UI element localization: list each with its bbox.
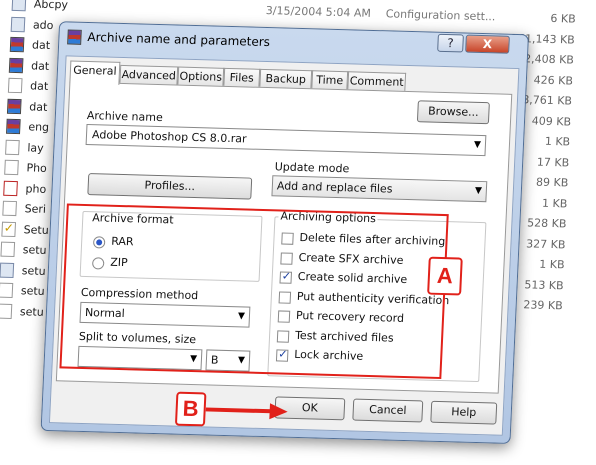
doc-icon <box>5 139 20 155</box>
rar-icon <box>9 36 25 53</box>
tab-time[interactable]: Time <box>311 70 349 91</box>
update-mode-value: Add and replace files <box>276 179 393 196</box>
file-size: 239 KB <box>523 298 563 313</box>
file-date: 3/15/2004 5:04 AM <box>265 3 372 20</box>
cfg-icon <box>11 0 27 12</box>
file-name: Setu <box>23 222 50 237</box>
chevron-down-icon[interactable]: ▼ <box>474 136 482 155</box>
rar-icon <box>6 98 22 114</box>
file-name: Abcpy <box>33 0 69 12</box>
archive-name-value: Adobe Photoshop CS 8.0.rar <box>91 128 247 146</box>
tab-strip: General Advanced Options Files Backup Ti… <box>69 60 407 92</box>
annotation-arrow-b <box>205 403 288 420</box>
annotation-label-a: A <box>427 256 463 296</box>
close-button[interactable]: X <box>465 34 510 54</box>
file-name: setu <box>22 243 47 257</box>
doc-icon <box>7 77 23 94</box>
file-name: setu <box>20 284 45 298</box>
file-name: pho <box>25 181 47 196</box>
update-mode-select[interactable]: Add and replace files ▼ <box>271 175 488 203</box>
doc-icon <box>2 200 17 217</box>
file-name: dat <box>31 38 51 52</box>
file-size: 1 KB <box>541 196 568 210</box>
file-name: ado <box>32 17 54 32</box>
tab-files[interactable]: Files <box>223 67 261 88</box>
file-name: eng <box>28 120 50 134</box>
file-size: 409 KB <box>531 113 572 129</box>
file-name: dat <box>28 99 48 114</box>
annotation-box-a <box>59 203 449 380</box>
file-name: Pho <box>26 161 48 175</box>
file-name: setu <box>19 304 45 319</box>
file-size: 89 KB <box>535 175 569 190</box>
doc-icon <box>0 303 13 319</box>
file-name: setu <box>21 263 46 278</box>
file-size: 513 KB <box>524 277 564 292</box>
doc-icon <box>0 241 16 258</box>
cfg-icon <box>0 262 15 278</box>
profiles-button[interactable]: Profiles... <box>87 173 253 200</box>
rar-icon <box>6 118 21 135</box>
archive-name-field[interactable]: Adobe Photoshop CS 8.0.rar ▼ <box>85 123 487 157</box>
file-name: Seri <box>24 202 47 216</box>
file-size: 6 KB <box>550 11 577 26</box>
title-help-button[interactable]: ? <box>437 33 464 53</box>
file-type: Configuration sett... <box>385 7 496 24</box>
file-size: 426 KB <box>533 72 574 88</box>
file-size: 2,408 KB <box>523 52 575 67</box>
file-name: lay <box>27 140 45 155</box>
dialog-title: Archive name and parameters <box>87 29 271 50</box>
cancel-button[interactable]: Cancel <box>352 398 424 423</box>
browse-button[interactable]: Browse... <box>416 100 490 125</box>
file-size: 327 KB <box>525 236 566 251</box>
rar-icon <box>8 57 24 73</box>
file-name: dat <box>30 58 50 73</box>
annotation-label-b: B <box>174 391 207 427</box>
help-button[interactable]: Help <box>430 400 498 425</box>
file-size: 1 KB <box>544 134 571 149</box>
pdf-icon <box>3 180 18 196</box>
update-mode-label: Update mode <box>274 160 350 176</box>
file-size: 17 KB <box>536 155 570 169</box>
file-name: dat <box>29 79 49 93</box>
cfg-icon <box>10 16 26 32</box>
file-size: 528 KB <box>526 216 567 231</box>
doc-icon <box>0 282 14 299</box>
winrar-icon <box>67 29 82 45</box>
doc-icon <box>4 159 19 176</box>
file-size: 1 KB <box>539 257 565 272</box>
archive-name-label: Archive name <box>86 109 164 125</box>
tab-general[interactable]: General <box>69 60 121 85</box>
chk-icon <box>1 221 17 237</box>
chevron-down-icon: ▼ <box>474 185 483 197</box>
